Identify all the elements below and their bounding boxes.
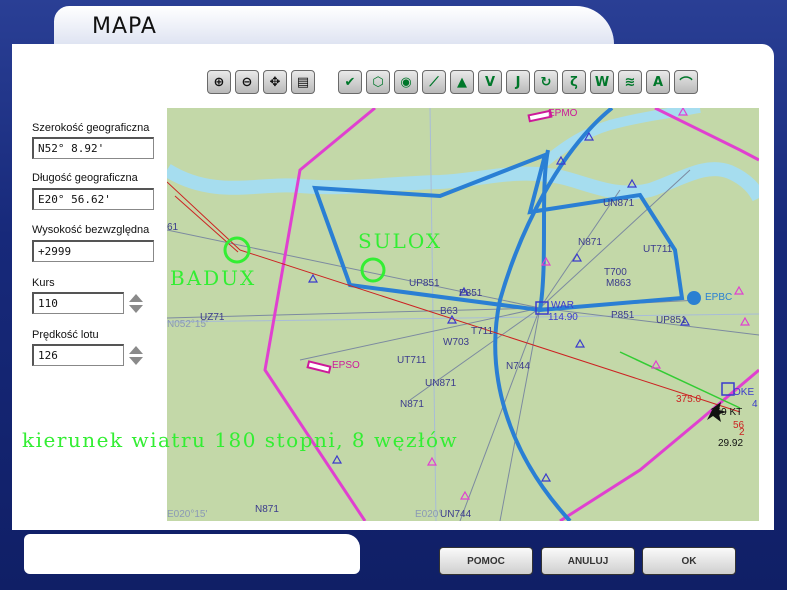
- window-title: MAPA: [92, 14, 157, 39]
- speed-label: Prędkość lotu: [32, 329, 99, 341]
- label-n871: N871: [255, 504, 279, 515]
- runway-icon[interactable]: ⟋: [422, 70, 446, 94]
- wind-icon[interactable]: ≋: [618, 70, 642, 94]
- label-4: 4: [752, 399, 758, 410]
- label-epbc: EPBC: [705, 292, 732, 303]
- label-un871: UN871: [425, 378, 457, 389]
- ndb-icon[interactable]: ⬡: [366, 70, 390, 94]
- layer-toolbar: ✔ ⬡ ◉ ⟋ ▲ V J ↻ ζ W ≋ A ⌒: [338, 70, 698, 96]
- label-n052: N052°15': [167, 319, 208, 330]
- label-baro: 29.92: [718, 438, 743, 449]
- label-p851: P851: [459, 288, 483, 299]
- route-icon[interactable]: ζ: [562, 70, 586, 94]
- longitude-field[interactable]: E20° 56.62': [32, 188, 154, 210]
- spin-up-icon[interactable]: [129, 294, 143, 302]
- label-e020: E020°15': [167, 509, 207, 520]
- label-2: 2: [739, 427, 745, 438]
- status-area: [24, 534, 360, 574]
- spin-down-icon[interactable]: [129, 357, 143, 365]
- airport-epbc-icon[interactable]: [687, 291, 701, 305]
- weather-icon[interactable]: W: [590, 70, 614, 94]
- cancel-button[interactable]: ANULUJ: [541, 547, 635, 575]
- spin-up-icon[interactable]: [129, 346, 143, 354]
- heading-field[interactable]: 110: [32, 292, 124, 314]
- label-t700: T700: [604, 267, 627, 278]
- label-e020: E020°: [415, 509, 442, 520]
- print-icon[interactable]: ▤: [291, 70, 315, 94]
- label-speed: 169 KT: [710, 407, 742, 418]
- label-epmo: EPMO: [548, 108, 578, 119]
- label-ut711: UT711: [397, 355, 427, 366]
- label-61: 61: [167, 222, 179, 233]
- latitude-label: Szerokość geograficzna: [32, 122, 150, 134]
- label-ut711: UT711: [643, 244, 673, 255]
- map-toolbar: ⊕ ⊖ ✥ ▤: [207, 70, 315, 96]
- zoom-out-icon[interactable]: ⊖: [235, 70, 259, 94]
- map-canvas[interactable]: EPMO EPSO EPBC WAR 114.90 UN871 N871 UT7…: [167, 108, 759, 521]
- label-up851: UP851: [656, 315, 687, 326]
- heading-spinner[interactable]: [128, 292, 144, 314]
- latitude-field[interactable]: N52° 8.92': [32, 137, 154, 159]
- label-un744: UN744: [440, 509, 472, 520]
- label-p851: P851: [611, 310, 635, 321]
- label-un871: UN871: [603, 198, 635, 209]
- center-aircraft-icon[interactable]: ✥: [263, 70, 287, 94]
- label-n871: N871: [400, 399, 424, 410]
- label-t711: T711: [471, 326, 493, 337]
- ok-button[interactable]: OK: [642, 547, 736, 575]
- label-n744: N744: [506, 361, 530, 372]
- help-button[interactable]: POMOC: [439, 547, 533, 575]
- label-war: WAR: [551, 300, 574, 311]
- label-b63: B63: [440, 306, 458, 317]
- victor-airway-icon[interactable]: V: [478, 70, 502, 94]
- jet-airway-icon[interactable]: J: [506, 70, 530, 94]
- zoom-in-icon[interactable]: ⊕: [207, 70, 231, 94]
- vor-signal-icon[interactable]: ◉: [394, 70, 418, 94]
- altitude-field[interactable]: +2999: [32, 240, 154, 262]
- sulox-label: SULOX: [358, 229, 443, 253]
- longitude-label: Długość geograficzna: [32, 172, 138, 184]
- label-375: 375.0: [676, 394, 701, 405]
- refresh-icon[interactable]: ↻: [534, 70, 558, 94]
- label-war-freq: 114.90: [548, 312, 578, 323]
- terrain-icon[interactable]: ⌒: [674, 70, 698, 94]
- wind-info-text: kierunek wiatru 180 stopni, 8 węzłów: [22, 428, 459, 452]
- label-epso: EPSO: [332, 360, 360, 371]
- heading-label: Kurs: [32, 277, 55, 289]
- label-w703: W703: [443, 337, 470, 348]
- airspace-icon[interactable]: A: [646, 70, 670, 94]
- speed-spinner[interactable]: [128, 344, 144, 366]
- altitude-label: Wysokość bezwzględna: [32, 224, 150, 236]
- map-view[interactable]: EPMO EPSO EPBC WAR 114.90 UN871 N871 UT7…: [167, 108, 759, 521]
- label-n871: N871: [578, 237, 602, 248]
- label-m863: M863: [606, 278, 631, 289]
- label-up851: UP851: [409, 278, 440, 289]
- triangle-waypoint-icon[interactable]: ▲: [450, 70, 474, 94]
- check-icon[interactable]: ✔: [338, 70, 362, 94]
- badux-label: BADUX: [170, 266, 257, 290]
- spin-down-icon[interactable]: [129, 305, 143, 313]
- speed-field[interactable]: 126: [32, 344, 124, 366]
- label-oke: OKE: [733, 387, 754, 398]
